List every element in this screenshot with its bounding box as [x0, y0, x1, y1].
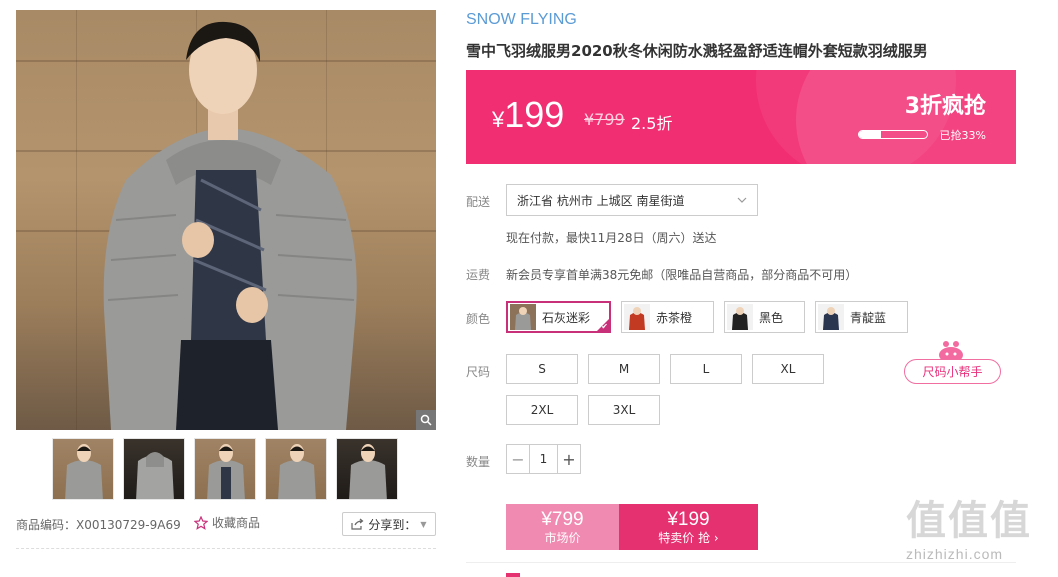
color-swatch	[818, 304, 844, 330]
sale-price: ¥199	[667, 508, 710, 530]
thumbnail-strip	[52, 438, 398, 500]
color-option-label: 石灰迷彩	[542, 310, 591, 325]
buy-now-button[interactable]: ¥199 特卖价 抢 ›	[619, 504, 758, 550]
quantity-minus-button[interactable]: −	[507, 445, 529, 473]
model-figure	[103, 21, 357, 430]
sold-progress-bar	[858, 130, 928, 139]
watermark-logo: 值值值	[906, 497, 1032, 544]
share-button[interactable]: 分享到： ▼	[342, 512, 436, 536]
watermark: 值值值 zhizhizhi.com	[906, 488, 1050, 574]
product-title: 雪中飞羽绒服男2020秋冬休闲防水溅轻盈舒适连帽外套短款羽绒服男	[466, 42, 928, 60]
size-option-2xl[interactable]: 2XL	[506, 395, 578, 425]
freight-label: 运费	[466, 268, 491, 282]
quantity-input[interactable]: 1	[529, 445, 558, 473]
share-label: 分享到：	[368, 517, 417, 532]
delivery-eta: 现在付款，最快11月28日（周六）送达	[506, 231, 717, 245]
gallery-meta-row: 商品编码：X00130729-9A69 收藏商品 分享到： ▼	[16, 512, 436, 538]
watermark-site: zhizhizhi.com	[906, 546, 1004, 562]
promo-label: 3折疯抢	[904, 94, 986, 119]
favorite-label: 收藏商品	[212, 516, 261, 530]
color-swatch	[727, 304, 753, 330]
main-product-image[interactable]	[16, 10, 436, 430]
size-option-l[interactable]: L	[670, 354, 742, 384]
quantity-plus-button[interactable]: +	[558, 445, 580, 473]
check-icon: ✔	[601, 322, 608, 331]
color-option-label: 黑色	[759, 310, 784, 325]
star-icon	[194, 515, 208, 530]
thumbnail-5[interactable]	[336, 438, 398, 500]
address-value: 浙江省 杭州市 上城区 南星街道	[517, 193, 685, 208]
product-code: 商品编码：X00130729-9A69	[16, 518, 181, 532]
size-option-m[interactable]: M	[588, 354, 660, 384]
color-swatch	[624, 304, 650, 330]
color-swatch	[510, 304, 536, 330]
market-price-block: ¥799 市场价	[506, 504, 619, 550]
sold-progress-fill	[859, 131, 882, 138]
color-option-label: 赤茶橙	[656, 310, 693, 325]
thumbnail-2[interactable]	[123, 438, 185, 500]
divider	[16, 548, 436, 549]
color-label: 颜色	[466, 312, 491, 326]
thumbnail-3[interactable]	[194, 438, 256, 500]
freight-text: 新会员专享首单满38元免邮（限唯品自营商品，部分商品不可用）	[506, 268, 858, 282]
market-price-label: 市场价	[544, 530, 581, 545]
price-banner: ¥199 ¥799 2.5折 3折疯抢 已抢33%	[466, 70, 1016, 164]
quantity-label: 数量	[466, 455, 491, 469]
thumbnail-4[interactable]	[265, 438, 327, 500]
chevron-down-icon: ▼	[420, 519, 427, 529]
quantity-stepper: − 1 +	[506, 444, 581, 474]
color-option-gray-camo[interactable]: 石灰迷彩 ✔	[506, 301, 611, 333]
color-option-orange[interactable]: 赤茶橙	[621, 301, 714, 333]
size-label: 尺码	[466, 365, 491, 379]
thumbnail-1[interactable]	[52, 438, 114, 500]
color-option-black[interactable]: 黑色	[724, 301, 805, 333]
color-option-navy[interactable]: 青靛蓝	[815, 301, 908, 333]
delivery-label: 配送	[466, 195, 491, 209]
size-option-xl[interactable]: XL	[752, 354, 824, 384]
discount-rate: 2.5折	[631, 114, 673, 133]
sold-progress-text: 已抢33%	[939, 129, 986, 142]
zoom-icon[interactable]	[416, 410, 436, 430]
size-helper-button[interactable]: 尺码小帮手	[904, 359, 1001, 384]
address-select[interactable]: 浙江省 杭州市 上城区 南星街道	[506, 184, 758, 216]
brand-name[interactable]: SNOW FLYING	[466, 11, 577, 29]
favorite-button[interactable]: 收藏商品	[194, 514, 260, 531]
chevron-down-icon	[737, 197, 747, 203]
market-price: ¥799	[541, 508, 584, 530]
original-price: ¥799	[584, 110, 625, 129]
buy-button-group: ¥799 市场价 ¥199 特卖价 抢 ›	[506, 504, 758, 550]
current-price: ¥199	[492, 94, 565, 135]
share-icon	[351, 518, 364, 530]
size-option-3xl[interactable]: 3XL	[588, 395, 660, 425]
tag-marker	[506, 573, 520, 577]
size-option-s[interactable]: S	[506, 354, 578, 384]
sale-price-label: 特卖价 抢 ›	[658, 530, 719, 545]
color-option-label: 青靛蓝	[850, 310, 887, 325]
